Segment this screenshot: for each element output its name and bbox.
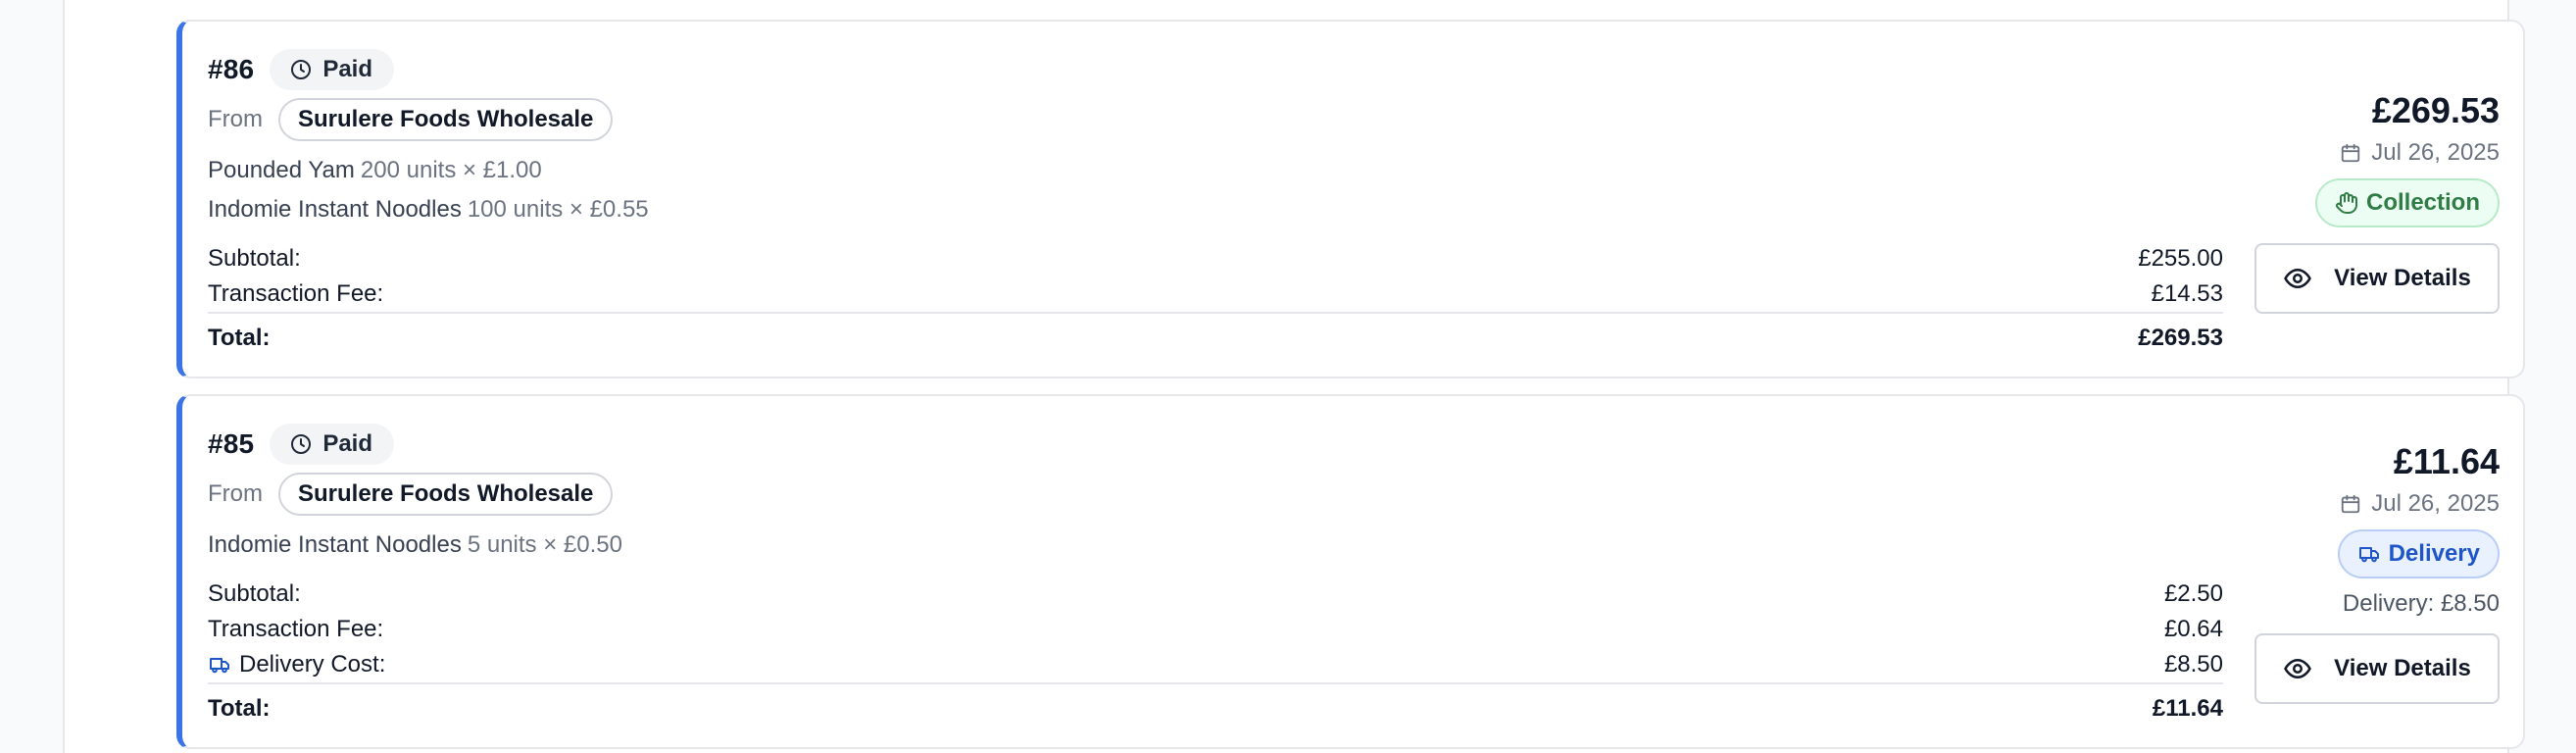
order-date-text: Jul 26, 2025 (2371, 490, 2500, 517)
fulfilment-label: Delivery (2388, 540, 2480, 567)
seller-badge: Surulere Foods Wholesale (278, 473, 614, 516)
delivery-cost-row: Delivery Cost: £8.50 (208, 647, 2223, 682)
total-row: Total: £11.64 (208, 682, 2223, 733)
eye-icon (2284, 659, 2311, 678)
order-card: #86 Paid From Surulere Foods Wholesale P… (176, 20, 2525, 378)
item-name: Pounded Yam (208, 157, 355, 183)
subtotal-label: Subtotal: (208, 245, 301, 272)
list-item: Pounded Yam 200 units × £1.00 (208, 157, 542, 184)
fulfilment-label: Collection (2365, 189, 2480, 216)
fee-value: £0.64 (2163, 616, 2223, 642)
delivery-cost-value: £8.50 (2163, 651, 2223, 678)
fee-row: Transaction Fee: £14.53 (208, 276, 2223, 312)
fee-value: £14.53 (2151, 280, 2223, 307)
fulfilment-badge: Delivery (2337, 529, 2500, 578)
truck-icon (2358, 547, 2379, 563)
calendar-icon (2342, 143, 2360, 163)
item-quantity: 5 units × £0.50 (467, 531, 622, 558)
total-row: Total: £269.53 (208, 312, 2223, 363)
order-amount: £11.64 (2393, 441, 2500, 481)
subtotal-value: £2.50 (2163, 580, 2223, 607)
total-value: £11.64 (2152, 695, 2223, 722)
from-label: From (208, 480, 263, 507)
calendar-icon (2342, 494, 2360, 514)
order-header: #86 Paid (208, 49, 395, 90)
truck-icon (210, 658, 229, 674)
subtotal-label: Subtotal: (208, 580, 301, 607)
clock-icon (291, 434, 312, 454)
order-side-panel: £269.53 Jul 26, 2025 Collection View Det… (2254, 90, 2500, 314)
total-label: Total: (208, 695, 271, 722)
fee-row: Transaction Fee: £0.64 (208, 612, 2223, 647)
list-item: Indomie Instant Noodles 5 units × £0.50 (208, 531, 622, 559)
orders-page: #86 Paid From Surulere Foods Wholesale P… (63, 0, 2525, 753)
total-label: Total: (208, 325, 271, 351)
order-date-text: Jul 26, 2025 (2371, 139, 2500, 166)
order-header: #85 Paid (208, 424, 395, 465)
order-date: Jul 26, 2025 (2340, 490, 2500, 518)
subtotal-row: Subtotal: £255.00 (208, 241, 2223, 276)
order-summary: Subtotal: £255.00 Transaction Fee: £14.5… (208, 241, 2223, 363)
status-label: Paid (322, 430, 373, 457)
delivery-cost-label: Delivery Cost: (239, 651, 386, 678)
list-item: Indomie Instant Noodles 100 units × £0.55 (208, 196, 649, 224)
item-quantity: 200 units × £1.00 (360, 157, 542, 183)
hand-icon (2336, 192, 2357, 214)
status-badge: Paid (270, 424, 395, 465)
view-details-label: View Details (2334, 655, 2471, 681)
subtotal-value: £255.00 (2138, 245, 2223, 272)
status-badge: Paid (270, 49, 395, 90)
order-amount: £269.53 (2371, 90, 2500, 130)
order-side-panel: £11.64 Jul 26, 2025 Delivery Delivery: £… (2254, 441, 2500, 704)
view-details-label: View Details (2334, 265, 2471, 291)
order-id: #85 (208, 428, 255, 459)
order-card: #85 Paid From Surulere Foods Wholesale I… (176, 394, 2525, 749)
status-label: Paid (322, 56, 373, 82)
fulfilment-badge: Collection (2314, 178, 2500, 227)
total-value: £269.53 (2138, 325, 2223, 351)
seller-badge: Surulere Foods Wholesale (278, 98, 614, 141)
view-details-button[interactable]: View Details (2254, 243, 2500, 314)
clock-icon (291, 60, 312, 79)
delivery-fee-note: Delivery: £8.50 (2342, 590, 2500, 617)
order-summary: Subtotal: £2.50 Transaction Fee: £0.64 D… (208, 577, 2223, 733)
fee-label: Transaction Fee: (208, 280, 384, 307)
view-details-button[interactable]: View Details (2254, 633, 2500, 704)
order-date: Jul 26, 2025 (2340, 139, 2500, 167)
delivery-cost-label-group: Delivery Cost: (208, 651, 385, 678)
from-label: From (208, 106, 263, 132)
item-name: Indomie Instant Noodles (208, 196, 462, 223)
seller-row: From Surulere Foods Wholesale (208, 98, 614, 141)
subtotal-row: Subtotal: £2.50 (208, 577, 2223, 612)
seller-row: From Surulere Foods Wholesale (208, 473, 614, 516)
order-id: #86 (208, 54, 255, 84)
fee-label: Transaction Fee: (208, 616, 384, 642)
eye-icon (2284, 269, 2311, 288)
item-name: Indomie Instant Noodles (208, 531, 462, 558)
item-quantity: 100 units × £0.55 (467, 196, 649, 223)
